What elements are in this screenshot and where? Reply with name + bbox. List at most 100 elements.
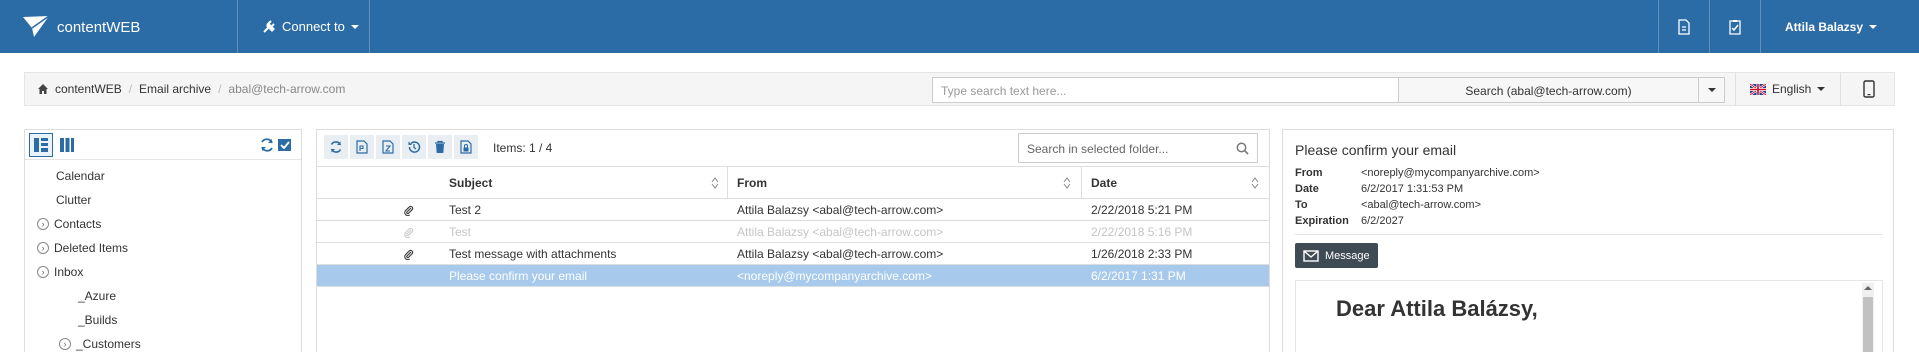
delete-button[interactable] [428, 135, 452, 159]
mail-subject: Test [449, 225, 472, 239]
language-dropdown[interactable]: English [1750, 73, 1826, 105]
column-header-from[interactable]: From [737, 167, 767, 198]
field-value: <abal@tech-arrow.com> [1361, 199, 1482, 211]
home-icon [38, 84, 48, 94]
select-folder-button[interactable] [273, 133, 297, 157]
folder-search-placeholder: Search in selected folder... [1027, 142, 1169, 156]
column-label: Subject [449, 175, 493, 190]
paperclip-icon [404, 249, 414, 260]
mail-row[interactable]: Test 2 Attila Balazsy <abal@tech-arrow.c… [317, 199, 1269, 221]
envelope-icon [1303, 249, 1319, 262]
folder-item-calendar[interactable]: Calendar [56, 169, 105, 183]
preview-subject: Please confirm your email [1295, 142, 1457, 158]
divider [1840, 73, 1841, 105]
lock-document-button[interactable] [454, 135, 478, 159]
mail-from: Attila Balazsy <abal@tech-arrow.com> [737, 203, 944, 217]
mail-list-toolbar: Items: 1 / 4 Search in selected folder..… [317, 130, 1269, 166]
expand-icon[interactable]: › [37, 266, 49, 278]
folder-label: _Customers [76, 337, 141, 351]
column-header-subject[interactable]: Subject [449, 167, 492, 198]
mail-date: 2/22/2018 5:21 PM [1091, 203, 1193, 217]
folder-item-deleted-items[interactable]: › Deleted Items [37, 241, 128, 255]
breadcrumb-separator: / [128, 82, 133, 96]
mail-row[interactable]: Test Attila Balazsy <abal@tech-arrow.com… [317, 221, 1269, 243]
folder-item-builds[interactable]: _Builds [78, 313, 117, 327]
history-icon [408, 141, 421, 153]
mail-subject: Please confirm your email [449, 269, 588, 283]
columns-layout-button[interactable] [55, 133, 79, 157]
chevron-down-icon [1707, 88, 1716, 92]
mail-row-selected[interactable]: Please confirm your email <noreply@mycom… [317, 265, 1269, 287]
expand-icon[interactable]: › [37, 242, 49, 254]
paperclip-icon [404, 227, 414, 238]
document-nav-button[interactable] [1659, 0, 1709, 53]
tree-layout-icon [34, 138, 48, 152]
breadcrumb-item-email-archive[interactable]: Email archive [139, 82, 211, 96]
sort-icon[interactable] [1063, 177, 1071, 189]
chevron-down-icon [1817, 87, 1826, 91]
items-count: Items: 1 / 4 [493, 141, 553, 155]
pdf-file-icon [356, 140, 368, 154]
scroll-up-icon[interactable] [1864, 286, 1872, 290]
folder-item-inbox[interactable]: › Inbox [37, 265, 83, 279]
message-scrollbar[interactable] [1862, 283, 1874, 352]
column-label: From [737, 175, 767, 190]
folder-item-contacts[interactable]: › Contacts [37, 217, 101, 231]
export-pdf-button[interactable] [350, 135, 374, 159]
field-value: <noreply@mycompanyarchive.com> [1361, 167, 1540, 179]
user-menu-dropdown[interactable]: Attila Balazsy [1785, 0, 1878, 53]
mail-subject: Test 2 [449, 203, 482, 217]
restore-button[interactable] [402, 135, 426, 159]
message-view-button[interactable]: Message [1295, 243, 1378, 268]
scrollbar-thumb[interactable] [1863, 297, 1873, 352]
mail-date: 1/26/2018 2:33 PM [1091, 247, 1193, 261]
refresh-button[interactable] [324, 135, 348, 159]
attachment-cell [403, 243, 414, 265]
document-icon [1678, 18, 1690, 35]
expand-icon[interactable]: › [37, 218, 49, 230]
folder-item-customers[interactable]: › _Customers [59, 337, 141, 351]
search-options-dropdown[interactable] [1699, 77, 1725, 103]
search-button[interactable]: Search (abal@tech-arrow.com) [1399, 77, 1699, 103]
columns-layout-icon [60, 138, 74, 152]
message-greeting: Dear Attila Balázsy, [1336, 296, 1538, 321]
folder-item-azure[interactable]: _Azure [78, 289, 116, 303]
uk-flag-icon [1750, 83, 1766, 95]
mail-from: Attila Balazsy <abal@tech-arrow.com> [737, 247, 944, 261]
search-icon[interactable] [1236, 142, 1249, 155]
expand-icon[interactable]: › [59, 338, 71, 350]
brand-name: contentWEB [57, 18, 141, 36]
folder-label: Deleted Items [54, 241, 129, 255]
plug-icon [263, 19, 275, 33]
breadcrumb-item-mailbox: abal@tech-arrow.com [228, 82, 346, 96]
tasks-nav-button[interactable] [1710, 0, 1760, 53]
navbar-divider [237, 0, 238, 53]
mobile-view-icon[interactable] [1863, 80, 1875, 98]
folder-label: _Azure [78, 289, 117, 303]
folder-panel: Calendar Clutter › Contacts › Deleted Item… [24, 129, 302, 352]
mail-subject: Test message with attachments [449, 247, 617, 261]
brand-logo[interactable]: contentWEB [22, 12, 140, 42]
export-zip-button[interactable] [376, 135, 400, 159]
search-input[interactable]: Type search text here... [932, 77, 1399, 103]
connect-to-label: Connect to [282, 19, 345, 34]
mail-from: <noreply@mycompanyarchive.com> [737, 269, 932, 283]
folder-item-clutter[interactable]: Clutter [56, 193, 91, 207]
sort-icon[interactable] [711, 177, 719, 189]
mail-row[interactable]: Test message with attachments Attila Bal… [317, 243, 1269, 265]
column-header-date[interactable]: Date [1091, 167, 1117, 198]
field-value: 6/2/2027 [1361, 215, 1404, 227]
paperclip-icon [404, 205, 414, 216]
sort-icon[interactable] [1251, 177, 1259, 189]
mail-table-header: Subject From Date [317, 166, 1269, 199]
attachment-cell [403, 221, 414, 243]
connect-to-dropdown[interactable]: Connect to [262, 0, 359, 53]
breadcrumb-item-contentweb[interactable]: contentWEB [55, 82, 122, 96]
field-value: 6/2/2017 1:31:53 PM [1361, 183, 1464, 195]
tree-layout-button[interactable] [29, 133, 53, 157]
breadcrumb-bar: contentWEB / Email archive / abal@tech-a… [24, 72, 1895, 106]
folder-search-input[interactable]: Search in selected folder... [1018, 133, 1258, 163]
clipboard-check-icon [1729, 19, 1741, 35]
folder-label: Inbox [54, 265, 84, 279]
trash-icon [435, 140, 445, 153]
